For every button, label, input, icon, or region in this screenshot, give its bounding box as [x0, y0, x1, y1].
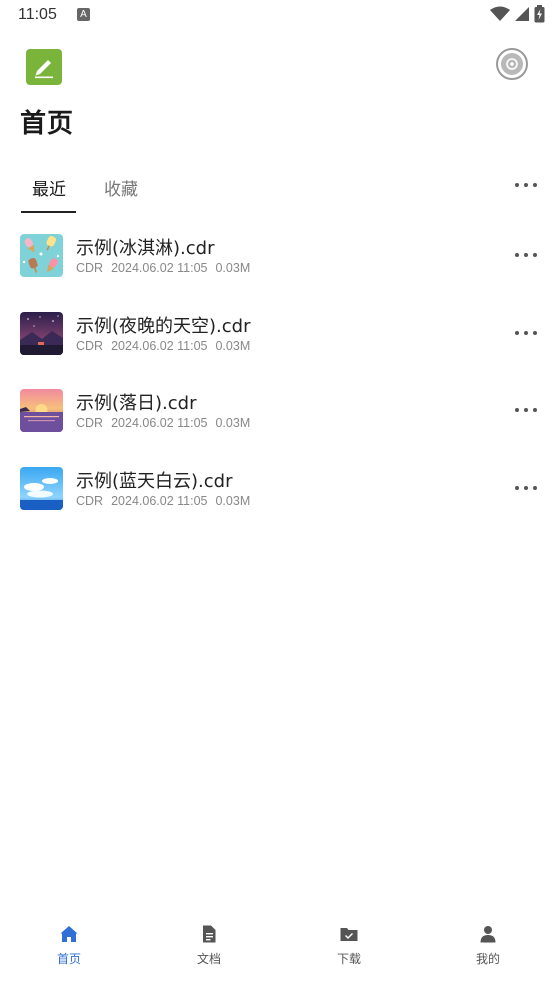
file-date: 2024.06.02 11:05	[111, 261, 208, 275]
nav-profile[interactable]: 我的	[448, 924, 528, 967]
nav-home[interactable]: 首页	[29, 924, 109, 967]
app-logo	[26, 49, 62, 85]
file-meta: CDR 2024.06.02 11:05 0.03M	[76, 416, 258, 430]
document-icon	[203, 925, 216, 943]
download-folder-icon	[340, 928, 358, 941]
nav-label: 文档	[196, 952, 221, 966]
status-icons	[490, 5, 545, 23]
tab-favorites[interactable]: 收藏	[104, 175, 138, 200]
list-item[interactable]: 示例(蓝天白云).cdr CDR 2024.06.02 11:05 0.03M	[0, 455, 559, 523]
more-options-icon[interactable]	[515, 248, 537, 262]
battery-icon	[534, 5, 545, 23]
file-size: 0.03M	[215, 339, 251, 353]
nav-label: 我的	[475, 952, 500, 966]
person-icon	[480, 926, 496, 943]
pencil-icon	[35, 60, 53, 79]
wifi-icon	[490, 6, 510, 21]
avatar	[501, 53, 523, 75]
status-time: 11:05	[18, 6, 57, 23]
list-item[interactable]: 示例(夜晚的天空).cdr CDR 2024.06.02 11:05 0.03M	[0, 300, 559, 368]
avatar-button[interactable]	[496, 48, 528, 80]
list-item[interactable]: 示例(落日).cdr CDR 2024.06.02 11:05 0.03M	[0, 377, 559, 445]
file-name: 示例(蓝天白云).cdr	[76, 471, 233, 492]
file-date: 2024.06.02 11:05	[111, 494, 208, 508]
file-name: 示例(落日).cdr	[76, 393, 197, 414]
home-icon	[60, 926, 78, 942]
user-avatar-icon	[506, 58, 518, 70]
nav-label: 首页	[56, 952, 81, 966]
thumbnail-sunset	[20, 389, 63, 432]
more-options-icon[interactable]	[515, 481, 537, 495]
file-size: 0.03M	[215, 261, 251, 275]
thumbnail-night-sky	[20, 312, 63, 355]
nav-documents[interactable]: 文档	[169, 924, 249, 967]
more-options-icon[interactable]	[515, 178, 537, 192]
file-date: 2024.06.02 11:05	[111, 416, 208, 430]
file-meta: CDR 2024.06.02 11:05 0.03M	[76, 339, 258, 353]
file-type: CDR	[76, 261, 104, 275]
file-date: 2024.06.02 11:05	[111, 339, 208, 353]
tab-indicator	[21, 211, 76, 213]
file-type: CDR	[76, 416, 104, 430]
file-name: 示例(冰淇淋).cdr	[76, 238, 215, 259]
file-size: 0.03M	[215, 416, 251, 430]
file-size: 0.03M	[215, 494, 251, 508]
more-options-icon[interactable]	[515, 403, 537, 417]
tab-recent[interactable]: 最近	[32, 175, 66, 200]
file-meta: CDR 2024.06.02 11:05 0.03M	[76, 494, 258, 508]
nav-downloads[interactable]: 下载	[309, 924, 389, 967]
list-item[interactable]: 示例(冰淇淋).cdr CDR 2024.06.02 11:05 0.03M	[0, 222, 559, 290]
notification-icon: A	[77, 8, 90, 21]
thumbnail-icecream	[20, 234, 63, 277]
file-name: 示例(夜晚的天空).cdr	[76, 316, 251, 337]
bottom-nav: 首页 文档 下载 我的	[0, 918, 559, 993]
thumbnail-blue-sky	[20, 467, 63, 510]
file-type: CDR	[76, 494, 104, 508]
page-title: 首页	[20, 109, 75, 139]
file-meta: CDR 2024.06.02 11:05 0.03M	[76, 261, 258, 275]
file-type: CDR	[76, 339, 104, 353]
tab-bar: 最近 收藏	[0, 170, 559, 214]
nav-label: 下载	[336, 952, 361, 966]
signal-icon	[515, 7, 529, 21]
more-options-icon[interactable]	[515, 326, 537, 340]
status-bar: 11:05 A	[0, 0, 559, 30]
